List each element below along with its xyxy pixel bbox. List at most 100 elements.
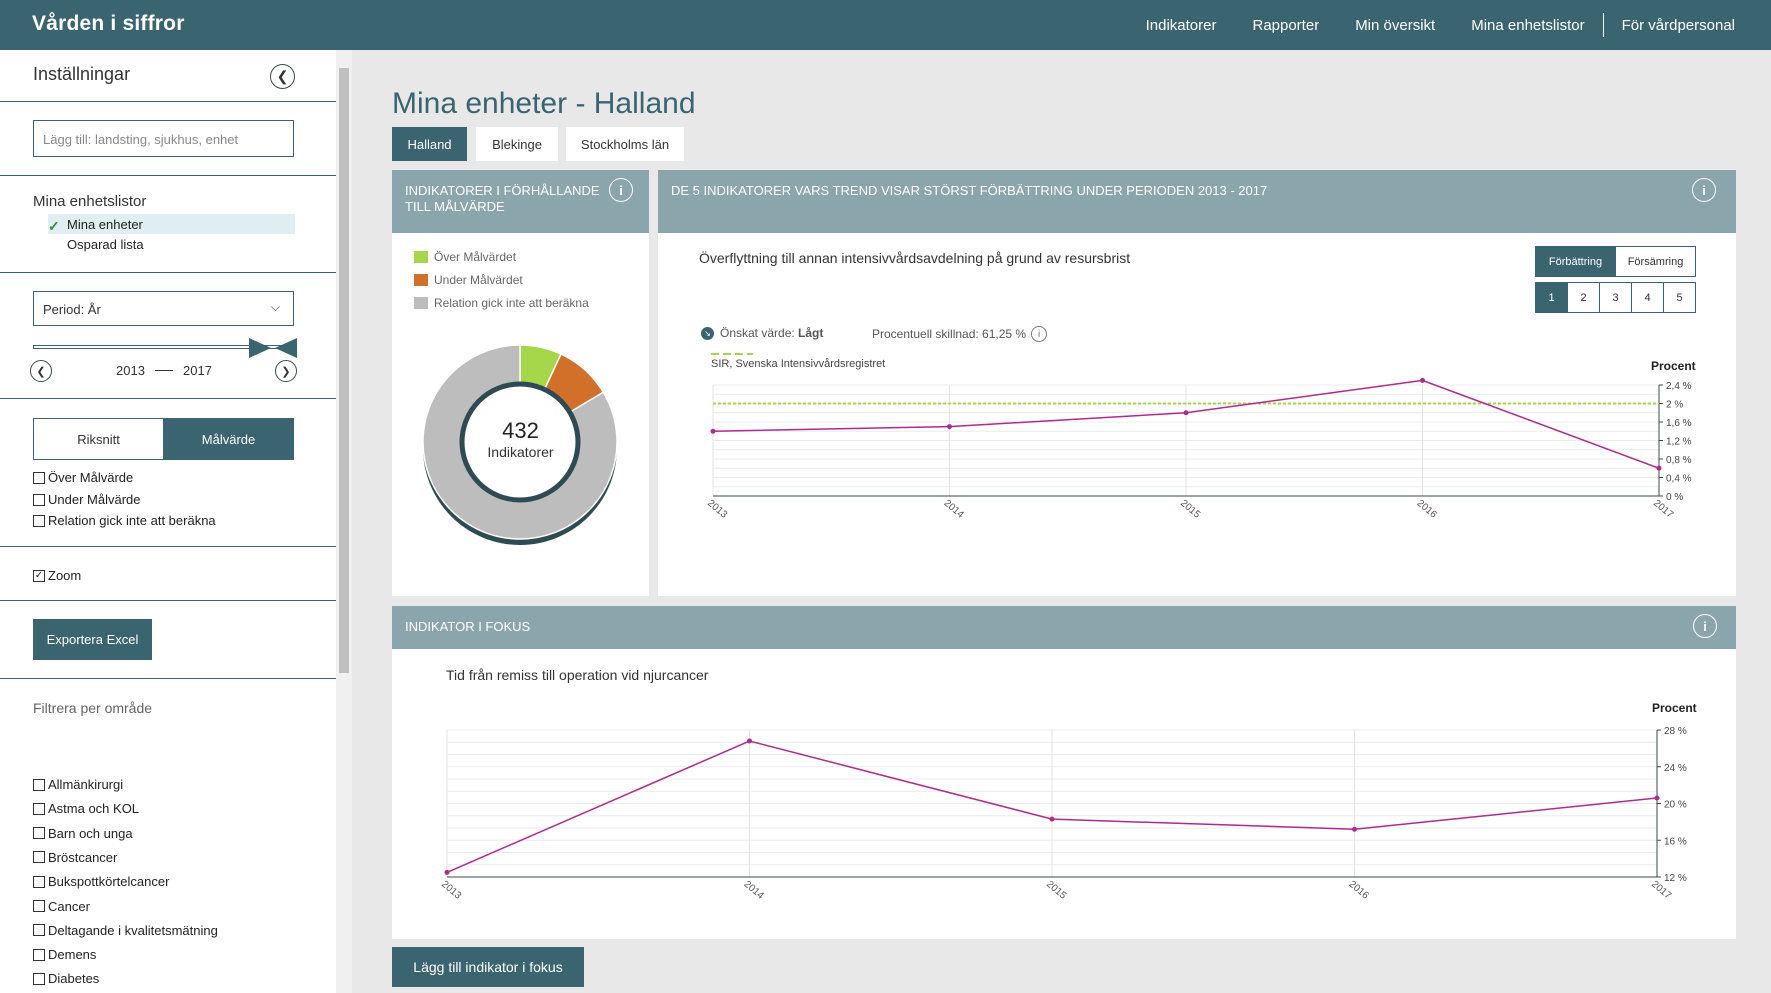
list-item-mina-enheter[interactable]: Mina enheter bbox=[48, 214, 295, 234]
desired-value-label: Önskat värde: bbox=[720, 326, 795, 340]
checkbox-icon[interactable] bbox=[33, 875, 45, 888]
checkbox-icon[interactable] bbox=[33, 851, 45, 864]
page-button-1[interactable]: 1 bbox=[1535, 282, 1568, 313]
checkbox-zoom[interactable]: ✓ Zoom bbox=[33, 568, 81, 583]
legend-swatch bbox=[414, 274, 428, 286]
info-icon[interactable]: i bbox=[1031, 326, 1048, 342]
filter-item[interactable]: Astma och KOL bbox=[33, 801, 139, 816]
card-title: INDIKATORER I FÖRHÅLLANDE TILL MÅLVÄRDE bbox=[405, 183, 600, 214]
data-source: SIR, Svenska Intensivvårdsregistret bbox=[711, 358, 886, 370]
toggle-forbattring[interactable]: Förbättring bbox=[1535, 246, 1616, 277]
nav-divider bbox=[1602, 13, 1604, 37]
page-button-5[interactable]: 5 bbox=[1663, 282, 1696, 313]
filter-item[interactable]: Cancer bbox=[33, 899, 90, 914]
legend-label: Relation gick inte att beräkna bbox=[434, 296, 589, 310]
checkbox-checked-icon[interactable]: ✓ bbox=[33, 569, 45, 582]
focus-indicator-card: INDIKATOR I FOKUS i Tid från remiss till… bbox=[392, 606, 1736, 939]
checkbox-icon[interactable] bbox=[33, 900, 45, 912]
next-year-button[interactable]: ❯ bbox=[275, 360, 297, 382]
period-select[interactable]: Period: År ⌵ bbox=[33, 291, 294, 326]
trend-line-chart: 0 % 0,4 % 0,8 % 1,2 % 1,6 % 2 % 2,4 % 2013 2014 2… bbox=[705, 377, 1692, 521]
x-tick-label: 2014 bbox=[942, 498, 966, 521]
divider bbox=[0, 678, 336, 679]
info-icon[interactable]: i bbox=[1693, 614, 1717, 638]
search-input[interactable]: Lägg till: landsting, sjukhus, enhet bbox=[33, 120, 294, 157]
filter-label: Demens bbox=[48, 947, 97, 963]
checkbox-icon[interactable] bbox=[33, 972, 45, 985]
card-header: INDIKATOR I FOKUS bbox=[392, 606, 1736, 649]
list-item-osparad-lista[interactable]: Osparad lista bbox=[48, 234, 295, 254]
tab-blekinge[interactable]: Blekinge bbox=[476, 127, 558, 161]
donut-total-label: Indikatorer bbox=[487, 444, 554, 460]
app-logo[interactable]: Vården i siffror bbox=[32, 12, 185, 36]
checkbox-label: Under Målvärde bbox=[48, 492, 141, 507]
checkbox-icon[interactable] bbox=[33, 802, 45, 815]
filter-item[interactable]: Bukspottkörtelcancer bbox=[33, 874, 169, 889]
y-tick-label: 2 % bbox=[1666, 400, 1683, 411]
segment-malvarde[interactable]: Målvärde bbox=[163, 418, 294, 460]
toggle-forsamring[interactable]: Försämring bbox=[1615, 246, 1696, 277]
nav-min-oversikt[interactable]: Min översikt bbox=[1355, 17, 1435, 34]
filter-item[interactable]: Allmänkirurgi bbox=[33, 777, 123, 792]
top-navbar: Vården i siffror Indikatorer Rapporter M… bbox=[0, 0, 1771, 50]
chevron-left-icon: ❮ bbox=[276, 68, 289, 84]
filter-label: Diabetes bbox=[48, 971, 100, 987]
info-icon[interactable]: i bbox=[609, 178, 633, 202]
collapse-sidebar-button[interactable]: ❮ bbox=[270, 64, 295, 89]
chevron-down-icon: ⌵ bbox=[270, 300, 280, 314]
page-button-2[interactable]: 2 bbox=[1567, 282, 1600, 313]
data-point bbox=[710, 428, 716, 434]
page-button-4[interactable]: 4 bbox=[1631, 282, 1664, 313]
divider bbox=[0, 600, 336, 601]
arrow-down-icon: ↘ bbox=[701, 326, 714, 340]
filter-item[interactable]: Demens bbox=[33, 947, 96, 962]
slider-handle-icon[interactable] bbox=[247, 335, 299, 361]
add-focus-indicator-button[interactable]: Lägg till indikator i fokus bbox=[392, 947, 584, 987]
nav-for-vardpersonal[interactable]: För vårdpersonal bbox=[1622, 17, 1735, 34]
filter-item[interactable]: Deltagande i kvalitetsmätning bbox=[33, 923, 218, 938]
filter-item[interactable]: Barn och unga bbox=[33, 826, 133, 841]
x-tick-label: 2015 bbox=[1178, 498, 1202, 521]
unit-lists-title: Mina enhetslistor bbox=[33, 193, 147, 210]
checkbox-relation[interactable]: Relation gick inte att beräkna bbox=[33, 513, 216, 528]
filter-item[interactable]: Diabetes bbox=[33, 971, 99, 986]
target-line-legend-icon bbox=[711, 353, 753, 355]
data-point bbox=[1654, 795, 1660, 801]
checkbox-icon[interactable] bbox=[33, 514, 45, 527]
x-tick-label: 2015 bbox=[1044, 879, 1068, 902]
checkbox-label: Över Målvärde bbox=[48, 470, 134, 485]
filter-item[interactable]: Bröstcancer bbox=[33, 850, 117, 865]
target-relation-card: INDIKATORER I FÖRHÅLLANDE TILL MÅLVÄRDE … bbox=[392, 170, 649, 596]
export-excel-button[interactable]: Exportera Excel bbox=[33, 619, 152, 660]
percent-difference-text: Procentuell skillnad: 61,25 % bbox=[872, 327, 1027, 341]
divider bbox=[0, 546, 336, 547]
segment-riksnitt[interactable]: Riksnitt bbox=[33, 418, 164, 460]
checkbox-under-malvarde[interactable]: Under Målvärde bbox=[33, 492, 141, 507]
divider bbox=[0, 175, 336, 176]
info-icon[interactable]: i bbox=[1692, 178, 1716, 202]
checkbox-icon[interactable] bbox=[33, 924, 45, 937]
card-header: INDIKATORER I FÖRHÅLLANDE TILL MÅLVÄRDE bbox=[392, 170, 649, 233]
page-button-3[interactable]: 3 bbox=[1599, 282, 1632, 313]
data-point bbox=[747, 738, 752, 744]
data-point bbox=[1183, 410, 1189, 416]
tab-halland[interactable]: Halland bbox=[392, 127, 467, 161]
x-tick-label: 2016 bbox=[1415, 498, 1439, 521]
focus-line-chart: 12 %16 %20 %24 %28 %2013 2014 2015 2016 2017 bbox=[439, 726, 1687, 902]
nav-indikatorer[interactable]: Indikatorer bbox=[1146, 17, 1217, 34]
data-point bbox=[947, 424, 952, 430]
checkbox-over-malvarde[interactable]: Över Målvärde bbox=[33, 470, 133, 485]
divider bbox=[0, 398, 336, 399]
nav-rapporter[interactable]: Rapporter bbox=[1252, 17, 1319, 34]
year-range-dash bbox=[155, 370, 173, 371]
prev-year-button[interactable]: ❮ bbox=[30, 360, 52, 382]
tab-stockholms-lan[interactable]: Stockholms län bbox=[566, 127, 684, 161]
nav-mina-enhetslistor[interactable]: Mina enhetslistor bbox=[1471, 17, 1584, 34]
checkbox-icon[interactable] bbox=[33, 948, 45, 961]
checkbox-icon[interactable] bbox=[33, 778, 45, 791]
sidebar-scrollbar-thumb[interactable] bbox=[339, 68, 349, 673]
legend-item-under: Under Målvärdet bbox=[414, 273, 523, 287]
checkbox-icon[interactable] bbox=[33, 827, 45, 840]
checkbox-icon[interactable] bbox=[33, 493, 45, 506]
checkbox-icon[interactable] bbox=[33, 471, 45, 484]
